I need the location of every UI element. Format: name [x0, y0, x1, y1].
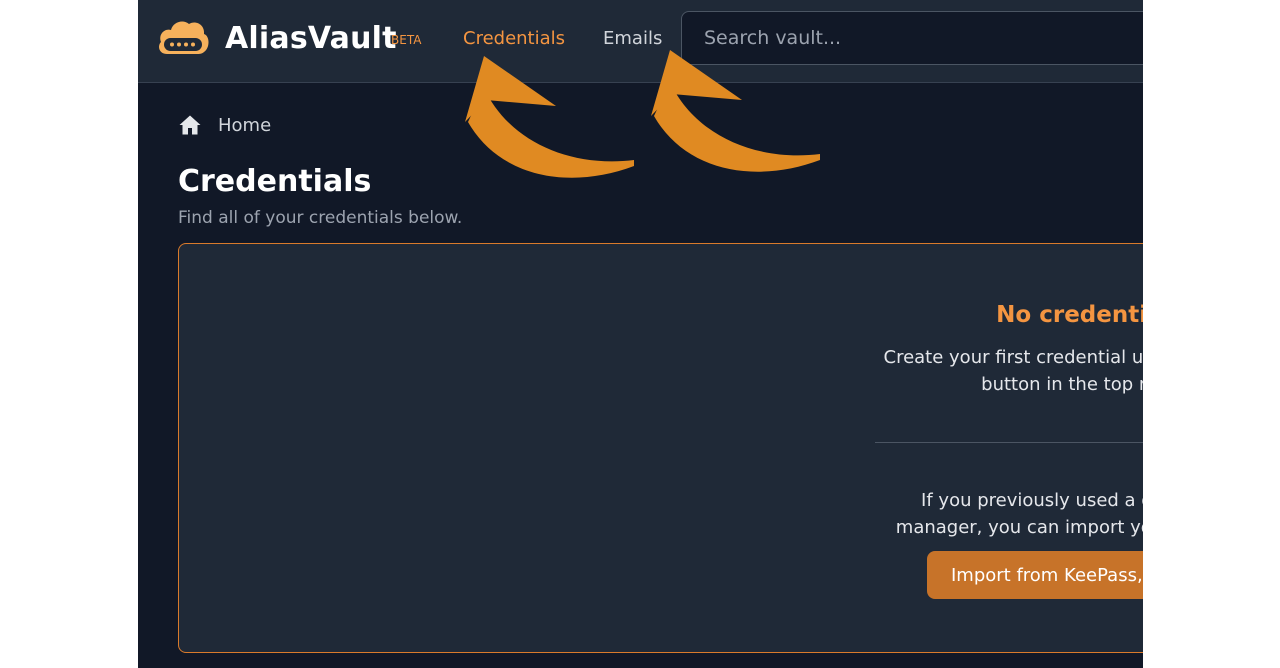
beta-badge: BETA [391, 33, 422, 47]
import-button[interactable]: Import from KeePass, Bitwarden etc. [927, 551, 1143, 599]
empty-state-title: No credentials yet [996, 302, 1143, 328]
breadcrumb: Home [178, 113, 271, 137]
nav-credentials[interactable]: Credentials [463, 28, 565, 49]
search-input[interactable] [681, 11, 1143, 65]
breadcrumb-home-link[interactable]: Home [218, 115, 271, 136]
empty-state-description: Create your first credential using the "… [883, 347, 1144, 395]
cloud-logo-icon[interactable] [155, 16, 211, 62]
nav-emails[interactable]: Emails [603, 28, 662, 49]
home-icon [179, 115, 201, 135]
page-title: Credentials [178, 164, 372, 199]
import-description: If you previously used a different passw… [895, 490, 1143, 538]
brand-name[interactable]: AliasVault [225, 21, 397, 56]
app-window: AliasVault BETA Credentials Emails Home … [138, 0, 1143, 668]
empty-state-card: No credentials yet Create your first cre… [178, 243, 1143, 653]
top-navbar: AliasVault BETA Credentials Emails [138, 0, 1143, 83]
page-subtitle: Find all of your credentials below. [178, 208, 463, 228]
divider [875, 442, 1143, 443]
